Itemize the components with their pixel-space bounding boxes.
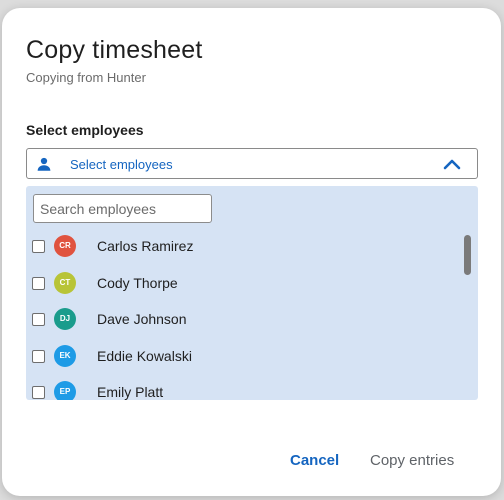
- employee-checkbox[interactable]: [32, 386, 45, 399]
- person-icon: [37, 157, 51, 171]
- avatar: EK: [54, 345, 76, 367]
- employee-checkbox[interactable]: [32, 313, 45, 326]
- list-item[interactable]: CR Carlos Ramirez: [26, 230, 456, 264]
- employees-label: Select employees: [26, 122, 144, 138]
- scrollbar-thumb[interactable]: [464, 235, 471, 275]
- avatar: CR: [54, 235, 76, 257]
- employee-checkbox[interactable]: [32, 240, 45, 253]
- employee-checkbox[interactable]: [32, 277, 45, 290]
- employee-name: Eddie Kowalski: [97, 348, 192, 364]
- list-item[interactable]: DJ Dave Johnson: [26, 303, 456, 337]
- employee-name: Carlos Ramirez: [97, 238, 194, 254]
- employee-select-placeholder: Select employees: [70, 157, 173, 172]
- cancel-button[interactable]: Cancel: [290, 452, 339, 469]
- copy-timesheet-dialog: Copy timesheet Copying from Hunter Selec…: [2, 8, 501, 496]
- employee-checkbox[interactable]: [32, 350, 45, 363]
- employee-name: Emily Platt: [97, 384, 164, 400]
- avatar: EP: [54, 381, 76, 400]
- copy-entries-button[interactable]: Copy entries: [370, 452, 454, 469]
- avatar: DJ: [54, 308, 76, 330]
- employee-list: CR Carlos Ramirez CT Cody Thorpe DJ Dave…: [26, 230, 478, 400]
- avatar: CT: [54, 272, 76, 294]
- search-employees-input[interactable]: [33, 194, 212, 223]
- employee-name: Cody Thorpe: [97, 275, 178, 291]
- list-item[interactable]: EP Emily Platt: [26, 376, 456, 400]
- dialog-title: Copy timesheet: [26, 36, 203, 64]
- employee-select[interactable]: Select employees: [26, 148, 478, 179]
- employee-name: Dave Johnson: [97, 311, 187, 327]
- list-item[interactable]: EK Eddie Kowalski: [26, 340, 456, 374]
- dialog-subtitle: Copying from Hunter: [26, 70, 146, 85]
- list-item[interactable]: CT Cody Thorpe: [26, 267, 456, 301]
- chevron-up-icon[interactable]: [443, 157, 461, 171]
- employee-dropdown: CR Carlos Ramirez CT Cody Thorpe DJ Dave…: [26, 186, 478, 400]
